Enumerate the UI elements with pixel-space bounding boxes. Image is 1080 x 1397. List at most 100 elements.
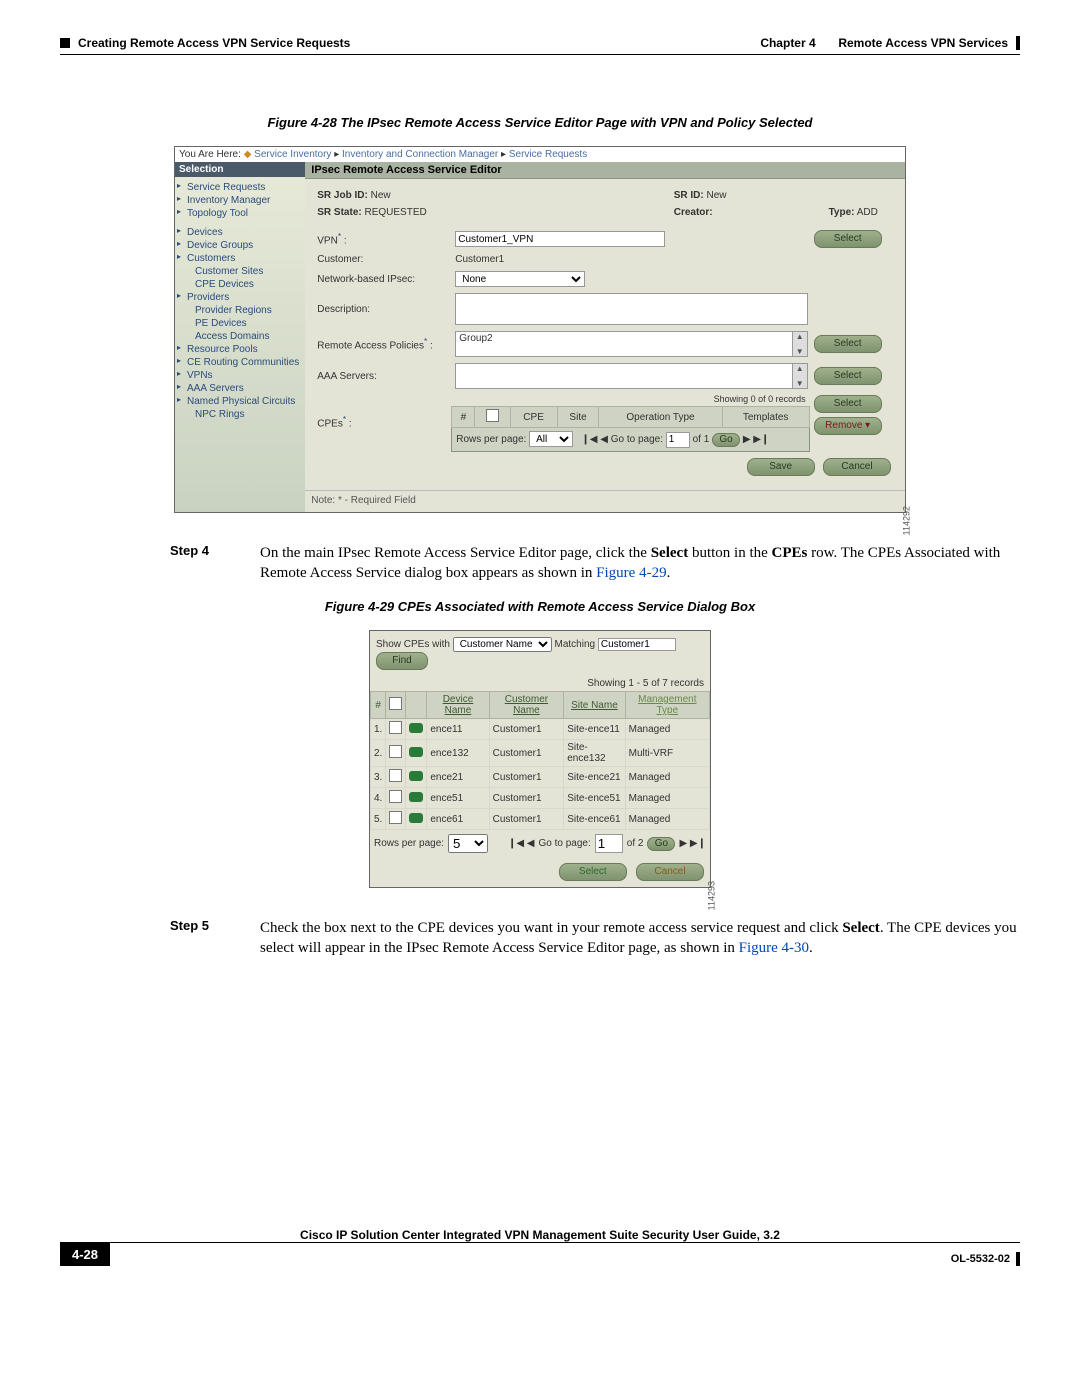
cpe-remove-button[interactable]: Remove ▾ xyxy=(814,417,882,435)
cpes-label: CPEs xyxy=(317,418,343,429)
sr-state-value: REQUESTED xyxy=(365,207,427,218)
nav-customers[interactable]: Customers xyxy=(181,252,299,265)
dialog-cancel-button[interactable]: Cancel xyxy=(636,863,704,881)
figure-4-29-link[interactable]: Figure 4-29 xyxy=(596,565,666,581)
breadcrumb-1[interactable]: Service Inventory xyxy=(254,149,331,160)
nav-service-requests[interactable]: Service Requests xyxy=(181,181,299,194)
figure-4-30-link[interactable]: Figure 4-30 xyxy=(739,940,809,956)
table-row: 5.ence61Customer1Site-ence61Managed xyxy=(371,809,710,830)
figure-28-caption: Figure 4-28 The IPsec Remote Access Serv… xyxy=(60,115,1020,130)
row-checkbox[interactable] xyxy=(389,769,402,782)
cpe-col-op: Operation Type xyxy=(599,407,722,428)
breadcrumb-prefix: You Are Here: xyxy=(179,149,244,160)
matching-label: Matching xyxy=(554,639,595,650)
cpe-dialog-screenshot: 114293 Show CPEs with Customer Name Matc… xyxy=(369,630,711,888)
page-number: 4-28 xyxy=(60,1243,110,1266)
step5-label: Step 5 xyxy=(170,918,260,959)
aaa-listbox[interactable]: ▲▼ xyxy=(455,363,807,389)
nav-vpns[interactable]: VPNs xyxy=(181,369,299,382)
row-checkbox[interactable] xyxy=(389,721,402,734)
nav-aaa-servers[interactable]: AAA Servers xyxy=(181,382,299,395)
nav-resource-pools[interactable]: Resource Pools xyxy=(181,343,299,356)
figure-29-caption: Figure 4-29 CPEs Associated with Remote … xyxy=(60,599,1020,614)
col-site[interactable]: Site Name xyxy=(564,692,625,719)
type-value: ADD xyxy=(857,207,878,218)
doc-id: OL-5532-02 xyxy=(951,1253,1010,1265)
cpe-col-num: # xyxy=(452,407,475,428)
nav-pe-devices[interactable]: PE Devices xyxy=(181,317,299,330)
step4-label: Step 4 xyxy=(170,543,260,584)
sr-id-label: SR ID: xyxy=(674,190,704,201)
sr-state-label: SR State: xyxy=(317,207,361,218)
cpe-select-button[interactable]: Select xyxy=(814,395,882,413)
breadcrumb-3[interactable]: Service Requests xyxy=(509,149,587,160)
save-button[interactable]: Save xyxy=(747,458,815,476)
policies-value: Group2 xyxy=(456,332,791,356)
dialog-count: Showing 1 - 5 of 7 records xyxy=(370,676,710,691)
cpe-table: # Device Name Customer Name Site Name Ma… xyxy=(370,691,710,830)
nav-provider-regions[interactable]: Provider Regions xyxy=(181,304,299,317)
table-row: 1.ence11Customer1Site-ence11Managed xyxy=(371,719,710,740)
nav-providers[interactable]: Providers xyxy=(181,291,299,304)
policies-select-button[interactable]: Select xyxy=(814,335,882,353)
vpn-input[interactable] xyxy=(455,231,665,247)
dialog-go-button[interactable]: Go xyxy=(647,837,675,851)
header-bar-icon xyxy=(1016,36,1020,50)
sr-job-value: New xyxy=(371,190,391,201)
aaa-select-button[interactable]: Select xyxy=(814,367,882,385)
nav-named-physical[interactable]: Named Physical Circuits xyxy=(181,395,299,408)
section-title: Creating Remote Access VPN Service Reque… xyxy=(78,36,350,50)
go-button[interactable]: Go xyxy=(712,433,740,447)
nav-inventory-manager[interactable]: Inventory Manager xyxy=(181,194,299,207)
table-row: 2.ence132Customer1Site-ence132Multi-VRF xyxy=(371,740,710,767)
row-checkbox[interactable] xyxy=(389,790,402,803)
breadcrumb-2[interactable]: Inventory and Connection Manager xyxy=(342,149,498,160)
figure-29-id: 114293 xyxy=(706,881,716,910)
of-label: of 1 xyxy=(693,434,710,445)
rows-per-page-select[interactable]: All xyxy=(529,431,573,447)
step4-text: On the main IPsec Remote Access Service … xyxy=(260,543,1020,584)
ipsec-label: Network-based IPsec: xyxy=(313,268,451,290)
sidebar-nav: Service Requests Inventory Manager Topol… xyxy=(175,177,305,425)
dialog-goto-input[interactable] xyxy=(595,834,623,853)
nav-devices[interactable]: Devices xyxy=(181,226,299,239)
cpe-count: Showing 0 of 0 records xyxy=(451,392,809,406)
cpe-select-all[interactable] xyxy=(486,409,499,422)
col-device[interactable]: Device Name xyxy=(427,692,489,719)
matching-input[interactable] xyxy=(598,638,676,651)
cpe-col-cpe: CPE xyxy=(510,407,557,428)
filter-column-select[interactable]: Customer Name xyxy=(453,637,552,652)
dialog-select-button[interactable]: Select xyxy=(559,863,627,881)
col-mgmt[interactable]: Management Type xyxy=(625,692,709,719)
ipsec-select[interactable]: None xyxy=(455,271,585,287)
table-row: 4.ence51Customer1Site-ence51Managed xyxy=(371,788,710,809)
nav-topology-tool[interactable]: Topology Tool xyxy=(181,207,299,220)
row-checkbox[interactable] xyxy=(389,745,402,758)
customer-value: Customer1 xyxy=(455,254,504,265)
scrollbar-icon[interactable]: ▲▼ xyxy=(792,364,807,388)
step5-text: Check the box next to the CPE devices yo… xyxy=(260,918,1020,959)
sr-job-label: SR Job ID: xyxy=(317,190,368,201)
nav-cpe-devices[interactable]: CPE Devices xyxy=(181,278,299,291)
find-button[interactable]: Find xyxy=(376,652,428,670)
policies-listbox[interactable]: Group2 ▲▼ xyxy=(455,331,807,357)
goto-input[interactable] xyxy=(666,432,690,448)
nav-customer-sites[interactable]: Customer Sites xyxy=(181,265,299,278)
cpe-col-site: Site xyxy=(557,407,599,428)
row-checkbox[interactable] xyxy=(389,811,402,824)
nav-ce-routing[interactable]: CE Routing Communities xyxy=(181,356,299,369)
nav-npc-rings[interactable]: NPC Rings xyxy=(181,408,299,421)
vpn-select-button[interactable]: Select xyxy=(814,230,882,248)
nav-device-groups[interactable]: Device Groups xyxy=(181,239,299,252)
col-customer[interactable]: Customer Name xyxy=(489,692,564,719)
figure-28-id: 114292 xyxy=(901,506,911,535)
scrollbar-icon[interactable]: ▲▼ xyxy=(792,332,807,356)
dialog-rows-select[interactable]: 5 xyxy=(448,834,488,853)
description-input[interactable] xyxy=(455,293,807,325)
select-all-checkbox[interactable] xyxy=(389,697,402,710)
chapter-label: Chapter 4 xyxy=(760,36,815,50)
nav-access-domains[interactable]: Access Domains xyxy=(181,330,299,343)
breadcrumb: You Are Here: ◆ Service Inventory ▸ Inve… xyxy=(175,147,905,162)
cancel-button[interactable]: Cancel xyxy=(823,458,891,476)
editor-title: IPsec Remote Access Service Editor xyxy=(305,162,905,179)
